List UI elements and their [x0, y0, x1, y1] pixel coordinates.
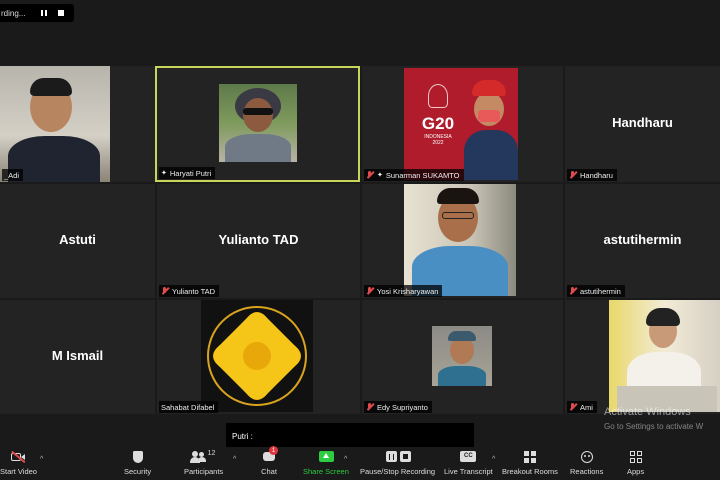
muted-mic-icon [161, 287, 169, 295]
reactions-button[interactable]: Reactions [570, 450, 603, 476]
start-video-button[interactable]: Start Video [0, 450, 37, 476]
participant-display-name: Astuti [59, 232, 96, 247]
activate-windows-subtitle: Go to Settings to activate W [604, 422, 704, 431]
participant-name-tag: Yulianto TAD [159, 285, 220, 297]
participant-tile-astutihermin[interactable]: astutihermin astutihermin [565, 184, 720, 298]
pause-stop-recording-button[interactable]: Pause/Stop Recording [360, 450, 435, 476]
share-options-chevron-icon[interactable]: ^ [344, 456, 347, 463]
participant-video: G20 INDONESIA 2022 [404, 68, 518, 180]
participant-display-name: M Ismail [51, 348, 104, 363]
shield-icon [130, 450, 146, 464]
participant-tile-handharu[interactable]: Handharu Handharu [565, 66, 720, 182]
smiley-icon [579, 450, 595, 464]
muted-mic-icon [569, 403, 577, 411]
participant-name-tag: _Adi [2, 169, 24, 181]
participant-name-tag: astutihermin [567, 285, 625, 297]
participant-name-tag: Handharu [567, 169, 617, 181]
participant-display-name: Handharu [612, 115, 673, 130]
gallery-grid: _Adi ✦ Haryati Putri G20 INDONESIA 2022 ✦… [0, 66, 720, 414]
participant-video [609, 300, 720, 412]
participant-name-tag: Ami [567, 401, 597, 413]
participant-video [432, 326, 492, 386]
participant-tile-haryati-putri[interactable]: ✦ Haryati Putri [155, 66, 360, 182]
transcript-options-chevron-icon[interactable]: ^ [492, 456, 495, 463]
muted-mic-icon [366, 287, 374, 295]
recording-status-text: rding... [1, 8, 26, 18]
participant-tile-ami[interactable]: Ami [565, 300, 720, 414]
share-screen-button[interactable]: Share Screen [303, 450, 349, 476]
chat-recipient-label: Putri : [232, 432, 253, 441]
video-off-icon [10, 450, 26, 464]
muted-mic-icon [569, 287, 577, 295]
muted-mic-icon [366, 171, 374, 179]
pin-icon: ✦ [161, 170, 167, 177]
breakout-rooms-button[interactable]: Breakout Rooms [502, 450, 558, 476]
security-button[interactable]: Security [124, 450, 151, 476]
participants-icon: 12 [189, 450, 219, 464]
participant-tile-adi[interactable]: _Adi [0, 66, 155, 182]
participant-name-tag: ✦ Sunarman SUKAMTO [364, 169, 464, 181]
participant-video [404, 184, 516, 296]
stop-recording-button[interactable] [54, 6, 68, 20]
participant-name-tag: Edy Supriyanto [364, 401, 432, 413]
participant-tile-yulianto-tad[interactable]: Yulianto TAD Yulianto TAD [157, 184, 360, 298]
participant-video [0, 66, 110, 182]
recording-indicator: rding... [0, 4, 74, 22]
chat-unread-badge: 1 [269, 446, 278, 455]
chat-input[interactable] [226, 423, 474, 447]
participants-button[interactable]: 12 Participants [184, 450, 223, 476]
g20-logo: G20 INDONESIA 2022 [408, 76, 468, 176]
muted-mic-icon [569, 171, 577, 179]
participant-name-tag: Sahabat Difabel [159, 401, 219, 413]
participant-tile-yosi-krisharyawan[interactable]: Yosi Krisharyawan [362, 184, 563, 298]
participant-name-tag: Yosi Krisharyawan [364, 285, 443, 297]
participant-display-name: astutihermin [603, 232, 682, 247]
pause-icon [41, 10, 47, 16]
muted-mic-icon [366, 403, 374, 411]
participant-video [201, 300, 313, 412]
participant-tile-astuti[interactable]: Astuti [0, 184, 155, 298]
participant-video [219, 84, 297, 162]
pause-recording-button[interactable] [37, 6, 51, 20]
participants-options-chevron-icon[interactable]: ^ [233, 456, 236, 463]
activate-windows-title: Activate Windows [604, 406, 691, 418]
breakout-rooms-icon [522, 450, 538, 464]
participant-tile-sahabat-difabel[interactable]: Sahabat Difabel [157, 300, 360, 414]
stop-icon [58, 10, 64, 16]
participant-tile-edy-supriyanto[interactable]: Edy Supriyanto [362, 300, 563, 414]
meeting-toolbar: Start Video ^ Security 12 Participants ^… [0, 446, 720, 480]
share-screen-icon [318, 450, 334, 464]
apps-icon [628, 450, 644, 464]
participant-tile-sunarman-sukamto[interactable]: G20 INDONESIA 2022 ✦ Sunarman SUKAMTO [362, 66, 563, 182]
apps-button[interactable]: Apps [627, 450, 644, 476]
live-transcript-button[interactable]: CC Live Transcript [444, 450, 493, 476]
participants-count: 12 [207, 450, 216, 457]
chat-icon: 1 [261, 446, 278, 464]
pin-icon: ✦ [377, 172, 383, 179]
cc-icon: CC [460, 450, 477, 464]
participant-tile-m-ismail[interactable]: M Ismail [0, 300, 155, 414]
participant-name-tag: ✦ Haryati Putri [159, 167, 216, 179]
recording-controls-icon [383, 450, 413, 464]
video-options-chevron-icon[interactable]: ^ [40, 456, 43, 463]
chat-button[interactable]: 1 Chat [261, 446, 278, 476]
participant-display-name: Yulianto TAD [218, 232, 299, 247]
